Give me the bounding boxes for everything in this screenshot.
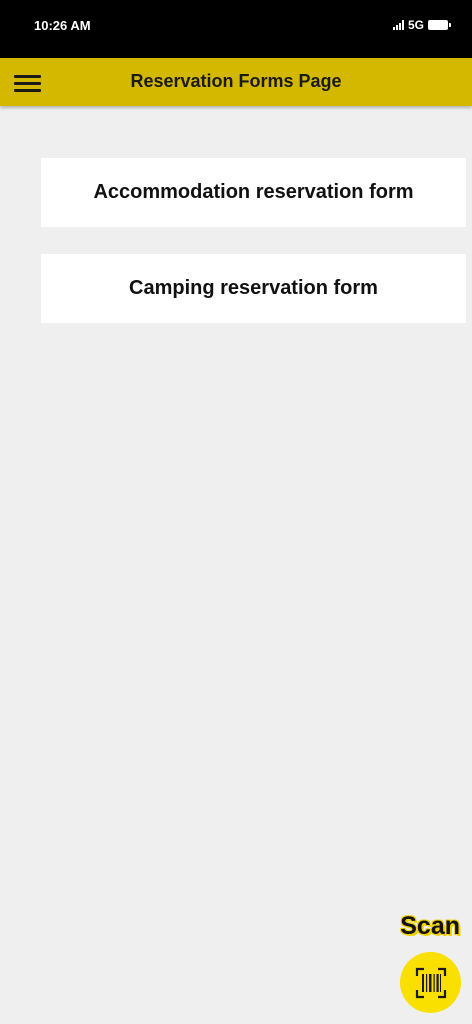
status-time: 10:26 AM <box>34 18 91 33</box>
scan-label: Scan <box>400 912 460 940</box>
status-indicators: 5G <box>392 18 451 32</box>
status-bar: 10:26 AM 5G <box>0 0 472 58</box>
battery-icon <box>428 20 451 30</box>
signal-icon <box>392 20 404 30</box>
app-bar: Reservation Forms Page <box>0 58 472 106</box>
page-title: Reservation Forms Page <box>130 71 342 91</box>
accommodation-reservation-form-button[interactable]: Accommodation reservation form <box>41 158 466 227</box>
camping-reservation-form-button[interactable]: Camping reservation form <box>41 254 466 323</box>
form-label: Camping reservation form <box>129 277 378 299</box>
barcode-scan-icon <box>415 967 446 998</box>
scan-button[interactable] <box>400 952 461 1013</box>
network-label: 5G <box>407 18 424 32</box>
form-label: Accommodation reservation form <box>93 181 414 203</box>
